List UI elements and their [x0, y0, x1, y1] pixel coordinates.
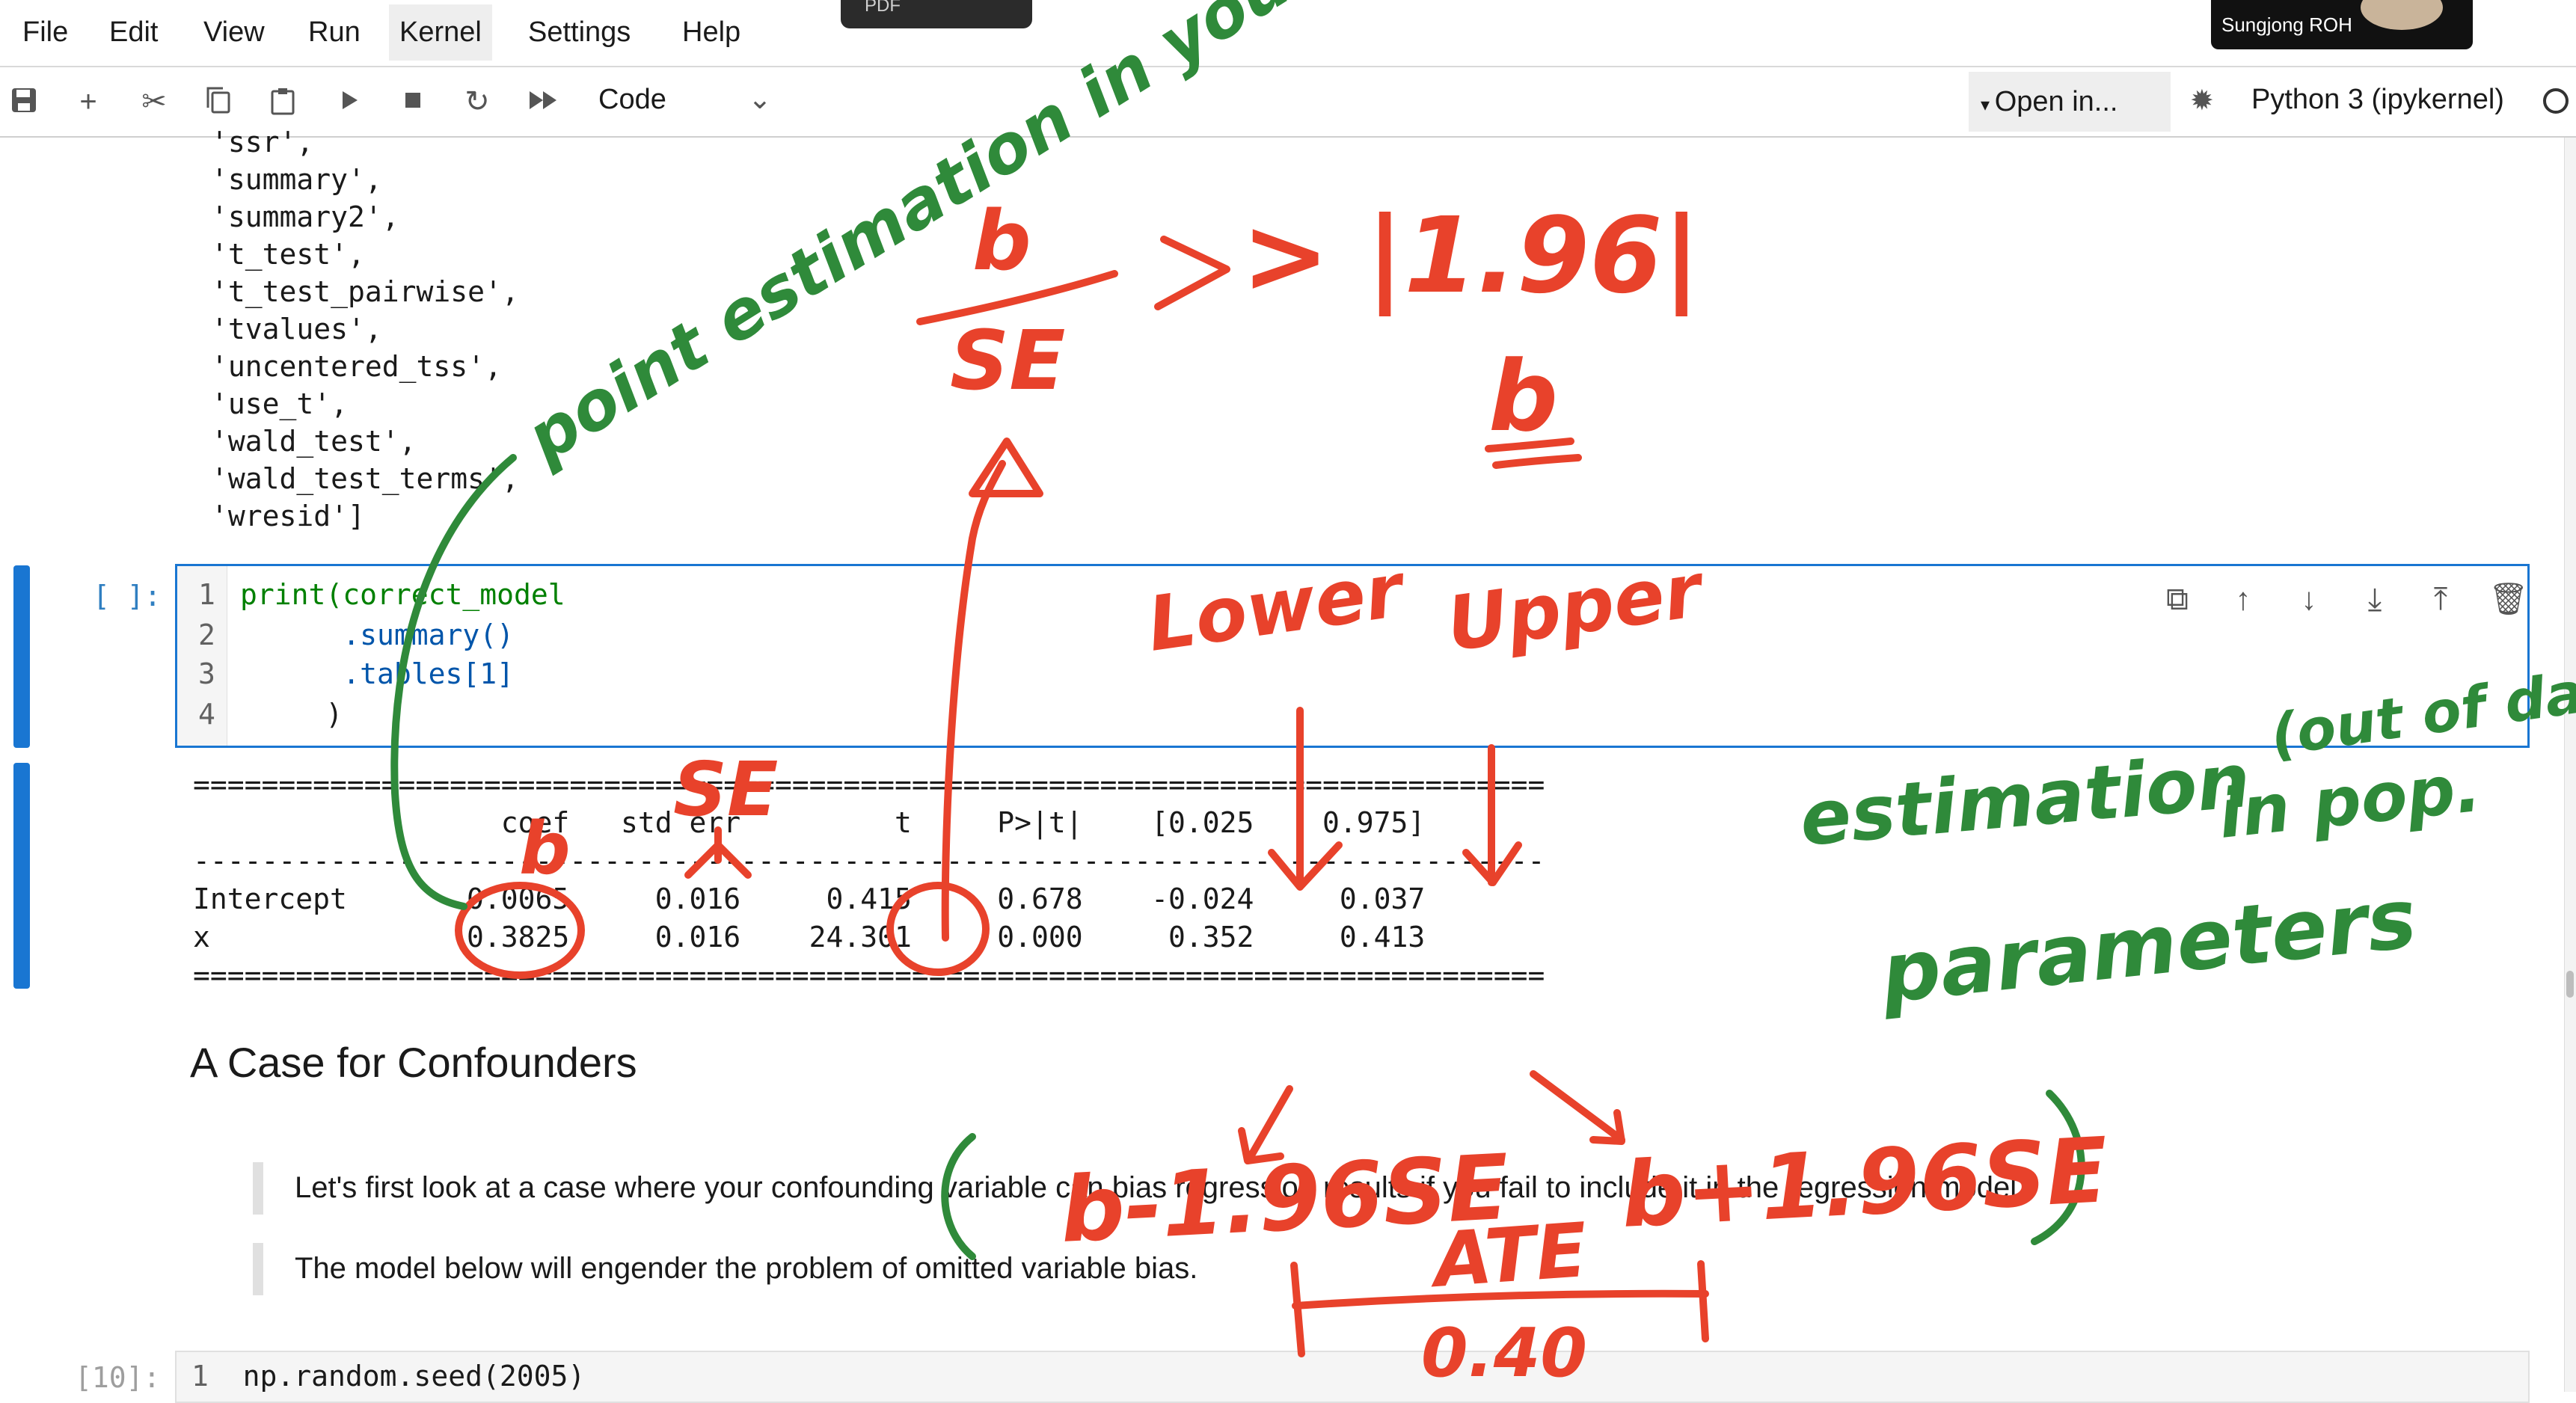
table-row: Intercept 0.0065 0.016 0.415 0.678 -0.02…: [193, 882, 1426, 915]
paste-icon[interactable]: [266, 85, 299, 118]
delete-icon[interactable]: 🗑: [2488, 581, 2528, 617]
output-collapser[interactable]: [13, 763, 30, 989]
line-number: 1: [198, 578, 215, 611]
save-icon[interactable]: [7, 85, 40, 118]
open-in-button[interactable]: ▾ Open in...: [1969, 72, 2171, 132]
participant-name: Sungjong ROH: [2221, 13, 2352, 36]
pdf-tab[interactable]: PDF: [841, 0, 1032, 28]
video-participant-tile: Sungjong ROH: [2211, 0, 2473, 49]
output-line: 'wald_test',: [211, 425, 417, 458]
line-number: 1: [191, 1360, 209, 1393]
line-number: 4: [198, 698, 215, 731]
line-number: 3: [198, 657, 215, 690]
kernel-status-icon: [2543, 88, 2569, 114]
code-cell-editor[interactable]: 1 2 3 4 print(correct_model .summary() .…: [175, 564, 2530, 748]
output-line: 'wald_test_terms',: [211, 462, 519, 495]
menu-run[interactable]: Run: [299, 13, 369, 52]
regression-table: ========================================…: [193, 766, 1545, 995]
chevron-down-icon[interactable]: ⌄: [748, 82, 772, 116]
pdf-tab-label: PDF: [865, 0, 901, 16]
run-icon[interactable]: [332, 85, 365, 118]
blockquote-bar: [253, 1243, 263, 1295]
output-line: 'summary2',: [211, 200, 399, 233]
output-line: 't_test',: [211, 238, 365, 271]
restart-icon[interactable]: ↻: [461, 85, 494, 118]
open-in-label: Open in...: [1994, 86, 2118, 117]
menu-settings[interactable]: Settings: [519, 13, 640, 52]
blockquote-bar: [253, 1162, 263, 1215]
stop-icon[interactable]: [396, 85, 429, 118]
menu-bar: File Edit View Run Kernel Settings Help …: [0, 0, 2576, 67]
blockquote-text: The model below will engender the proble…: [295, 1252, 1198, 1285]
cut-icon[interactable]: ✂: [138, 85, 171, 118]
menu-help[interactable]: Help: [673, 13, 749, 52]
output-line: 't_test_pairwise',: [211, 275, 519, 308]
cell-type-select[interactable]: Code: [598, 84, 666, 116]
insert-above-icon[interactable]: ⤒: [2423, 581, 2459, 617]
table-rule: ========================================…: [193, 768, 1545, 801]
menu-view[interactable]: View: [194, 13, 274, 52]
menu-kernel[interactable]: Kernel: [389, 4, 492, 61]
caret-down-icon: ▾: [1981, 95, 1995, 115]
output-line: 'summary',: [211, 163, 382, 196]
insert-below-icon[interactable]: ⤓: [2357, 581, 2393, 617]
output-line: 'tvalues',: [211, 313, 382, 346]
line-number: 2: [198, 618, 215, 651]
move-up-icon[interactable]: ↑: [2225, 581, 2261, 617]
output-line: 'wresid']: [211, 500, 365, 532]
scrollbar[interactable]: [2564, 138, 2576, 1392]
bug-icon[interactable]: ✹: [2190, 85, 2221, 117]
code-text: np.random.seed(2005): [242, 1360, 586, 1393]
table-rule: ========================================…: [193, 959, 1545, 992]
output-line: 'ssr',: [211, 126, 314, 159]
code-line: print(correct_model: [240, 578, 565, 611]
kernel-name[interactable]: Python 3 (ipykernel): [2251, 84, 2504, 116]
code-line: 1 np.random.seed(2005): [191, 1360, 585, 1393]
add-cell-icon[interactable]: +: [72, 85, 105, 118]
cell-prompt: [10]:: [75, 1361, 161, 1394]
cell-prompt: [ ]:: [93, 580, 162, 613]
cell-collapser[interactable]: [13, 565, 30, 748]
table-row: x 0.3825 0.016 24.301 0.000 0.352 0.413: [193, 921, 1426, 954]
duplicate-icon[interactable]: ⧉: [2159, 581, 2195, 617]
code-line: .tables[1]: [240, 657, 515, 690]
output-line: 'uncentered_tss',: [211, 350, 502, 383]
notebook-toolbar: + ✂ ↻ Code ⌄ ▾ Open in... ✹ Python 3 (ip…: [0, 67, 2576, 138]
scrollbar-thumb[interactable]: [2566, 971, 2574, 998]
blockquote-text: Let's first look at a case where your co…: [295, 1171, 2025, 1204]
menu-edit[interactable]: Edit: [100, 13, 167, 52]
menu-file[interactable]: File: [13, 13, 77, 52]
run-all-icon[interactable]: [527, 85, 559, 118]
code-line: ): [240, 698, 343, 731]
participant-video: [2361, 0, 2443, 30]
output-line: 'use_t',: [211, 387, 349, 420]
table-header: coef std err t P>|t| [0.025 0.975]: [193, 806, 1426, 839]
move-down-icon[interactable]: ↓: [2291, 581, 2327, 617]
code-line: .summary(): [240, 618, 515, 651]
copy-icon[interactable]: [202, 85, 235, 118]
table-rule: ----------------------------------------…: [193, 844, 1545, 877]
section-heading: A Case for Confounders: [190, 1039, 637, 1086]
